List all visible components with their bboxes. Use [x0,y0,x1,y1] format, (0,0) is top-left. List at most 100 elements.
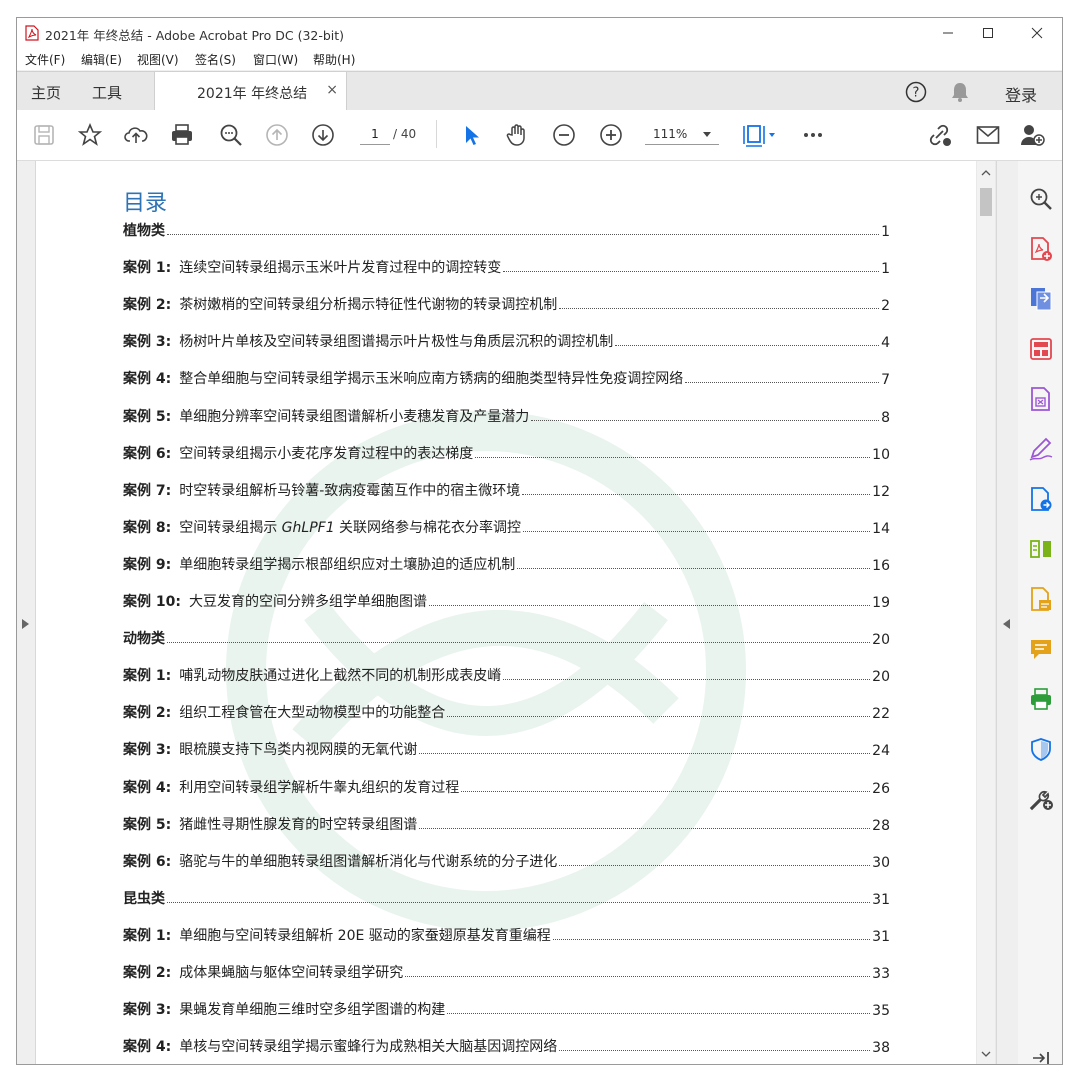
toc-entry[interactable]: 案例 3: 杨树叶片单核及空间转录组图谱揭示叶片极性与角质层沉积的调控机制 4 [123,329,890,351]
page-number-input[interactable]: 1 [360,124,390,145]
toc-entry[interactable]: 案例 10: 大豆发育的空间分辨多组学单细胞图谱 19 [123,589,890,611]
tab-home[interactable]: 主页 [31,82,61,103]
next-page-button[interactable] [310,122,336,148]
title-bar: 2021年 年终总结 - Adobe Acrobat Pro DC (32-bi… [17,18,1062,48]
email-button[interactable] [975,122,1001,148]
tool-send-review[interactable] [1027,485,1055,513]
toc-entry[interactable]: 案例 4: 利用空间转录组学解析牛睾丸组织的发育过程 26 [123,775,890,797]
tool-print-production[interactable] [1027,685,1055,713]
tool-compare-files[interactable] [1027,535,1055,563]
tool-enhance-scan[interactable] [1027,185,1055,213]
zoom-out-button[interactable] [551,122,577,148]
toc-leader-dots [685,382,880,383]
toc-entry[interactable]: 案例 5: 猪雌性寻期性腺发育的时空转录组图谱 28 [123,812,890,834]
vertical-scrollbar[interactable] [977,161,995,1064]
toc-entry[interactable]: 案例 6: 空间转录组揭示小麦花序发育过程中的表达梯度 10 [123,441,890,463]
tool-organize-pages[interactable] [1027,335,1055,363]
save-button[interactable] [31,122,57,148]
print-button[interactable] [169,122,195,148]
toc-leader-dots [559,1050,871,1051]
toc-entry-title: 哺乳动物皮肤通过进化上截然不同的机制形成表皮嵴 [179,668,502,684]
toc-leader-dots [517,568,871,569]
toc-entry[interactable]: 案例 2: 成体果蝇脑与躯体空间转录组学研究 33 [123,960,890,982]
previous-page-button[interactable] [264,122,290,148]
toc-entry[interactable]: 植物类 1 [123,218,890,240]
select-tool-button[interactable] [458,122,484,148]
hand-tool-button[interactable] [504,122,530,148]
toc-leader-dots [503,679,871,680]
notification-bell-icon[interactable] [949,81,971,103]
toc-leader-dots [522,494,871,495]
toc-entry[interactable]: 案例 9: 单细胞转录组学揭示根部组织应对土壤胁迫的适应机制 16 [123,552,890,574]
tool-more-tools[interactable] [1027,785,1055,813]
menu-edit[interactable]: 编辑(E) [81,51,122,68]
left-panel-toggle[interactable] [17,161,36,1064]
tab-tools[interactable]: 工具 [92,82,122,103]
toc-entry-label: 案例 4: [123,1039,172,1055]
tool-compress-pdf[interactable] [1027,385,1055,413]
maximize-button[interactable] [965,18,1011,48]
toc-entry[interactable]: 案例 6: 骆驼与牛的单细胞转录组图谱解析消化与代谢系统的分子进化 30 [123,849,890,871]
tool-export-pdf[interactable] [1027,285,1055,313]
bookmark-star-button[interactable] [77,122,103,148]
toc-entry[interactable]: 案例 1: 哺乳动物皮肤通过进化上截然不同的机制形成表皮嵴 20 [123,663,890,685]
send-document-icon [1031,487,1052,511]
menu-sign[interactable]: 签名(S) [195,51,236,68]
toc-entry[interactable]: 案例 5: 单细胞分辨率空间转录组图谱解析小麦穗发育及产量潜力 8 [123,404,890,426]
toc-page-number: 19 [872,595,890,611]
scroll-up-icon[interactable] [981,170,991,176]
toc-entry[interactable]: 案例 4: 单核与空间转录组学揭示蜜蜂行为成熟相关大脑基因调控网络 38 [123,1034,890,1056]
tab-document[interactable]: 2021年 年终总结 × [154,72,347,111]
toc-leader-dots [461,791,871,792]
tool-create-pdf[interactable] [1027,235,1055,263]
menu-window[interactable]: 窗口(W) [253,51,298,68]
menu-view[interactable]: 视图(V) [137,51,179,68]
toc-leader-dots [405,976,871,977]
toc-entry[interactable]: 案例 7: 时空转录组解析马铃薯-致病疫霉菌互作中的宿主微环境 12 [123,478,890,500]
tab-close-icon[interactable]: × [326,82,338,98]
scrollbar-thumb[interactable] [980,188,992,216]
more-tools-button[interactable] [800,122,826,148]
toc-entry[interactable]: 案例 8: 空间转录组揭示 GhLPF1 关联网络参与棉花衣分率调控 14 [123,515,890,537]
help-icon[interactable]: ? [905,81,927,103]
right-panel-toggle[interactable] [996,161,1019,1064]
toc-leader-dots [615,345,880,346]
tool-fill-sign[interactable] [1027,435,1055,463]
toc-entry[interactable]: 案例 1: 连续空间转录组揭示玉米叶片发育过程中的调控转变 1 [123,255,890,277]
tool-protect[interactable] [1027,735,1055,763]
toc-entry[interactable]: 案例 3: 果蝇发育单细胞三维时空多组学图谱的构建 35 [123,997,890,1019]
upload-cloud-button[interactable] [123,122,149,148]
add-user-button[interactable] [1020,122,1046,148]
toc-entry[interactable]: 案例 2: 茶树嫩梢的空间转录组分析揭示特征性代谢物的转录调控机制 2 [123,292,890,314]
zoom-level-select[interactable]: 111% [645,124,719,145]
close-window-button[interactable] [1014,18,1060,48]
toc-page-number: 24 [872,743,890,759]
tool-edit-pdf[interactable] [1027,585,1055,613]
collapse-tools-pane[interactable] [1027,1044,1055,1064]
toc-entry[interactable]: 案例 3: 眼梳膜支持下鸟类内视网膜的无氧代谢 24 [123,737,890,759]
fit-page-icon [743,125,775,147]
toc-page-number: 38 [872,1040,890,1056]
menu-help[interactable]: 帮助(H) [313,51,355,68]
toc-entry[interactable]: 案例 2: 组织工程食管在大型动物模型中的功能整合 22 [123,700,890,722]
acrobat-window: 2021年 年终总结 - Adobe Acrobat Pro DC (32-bi… [16,17,1063,1065]
toc-entry[interactable]: 案例 4: 整合单细胞与空间转录组学揭示玉米响应南方锈病的细胞类型特异性免疫调控网… [123,366,890,388]
share-link-button[interactable] [927,122,953,148]
print-production-icon [1031,688,1051,710]
menu-file[interactable]: 文件(F) [25,51,65,68]
find-button[interactable] [218,122,244,148]
login-button[interactable]: 登录 [1005,82,1037,106]
zoom-in-button[interactable] [598,122,624,148]
toc-page-number: 4 [881,335,890,351]
toc-entry[interactable]: 动物类 20 [123,626,890,648]
toc-entry[interactable]: 昆虫类 31 [123,886,890,908]
toc-page-number: 14 [872,521,890,537]
toolbar: 1 / 40 111% [17,110,1062,161]
edit-document-icon [1031,587,1051,611]
scroll-down-icon[interactable] [981,1051,991,1057]
add-person-icon [1021,125,1045,146]
fit-page-button[interactable] [739,122,779,148]
toc-entry[interactable]: 案例 1: 单细胞与空间转录组解析 20E 驱动的家蚕翅原基发育重编程 31 [123,923,890,945]
toc-page-number: 2 [881,298,890,314]
tool-comment[interactable] [1027,635,1055,663]
